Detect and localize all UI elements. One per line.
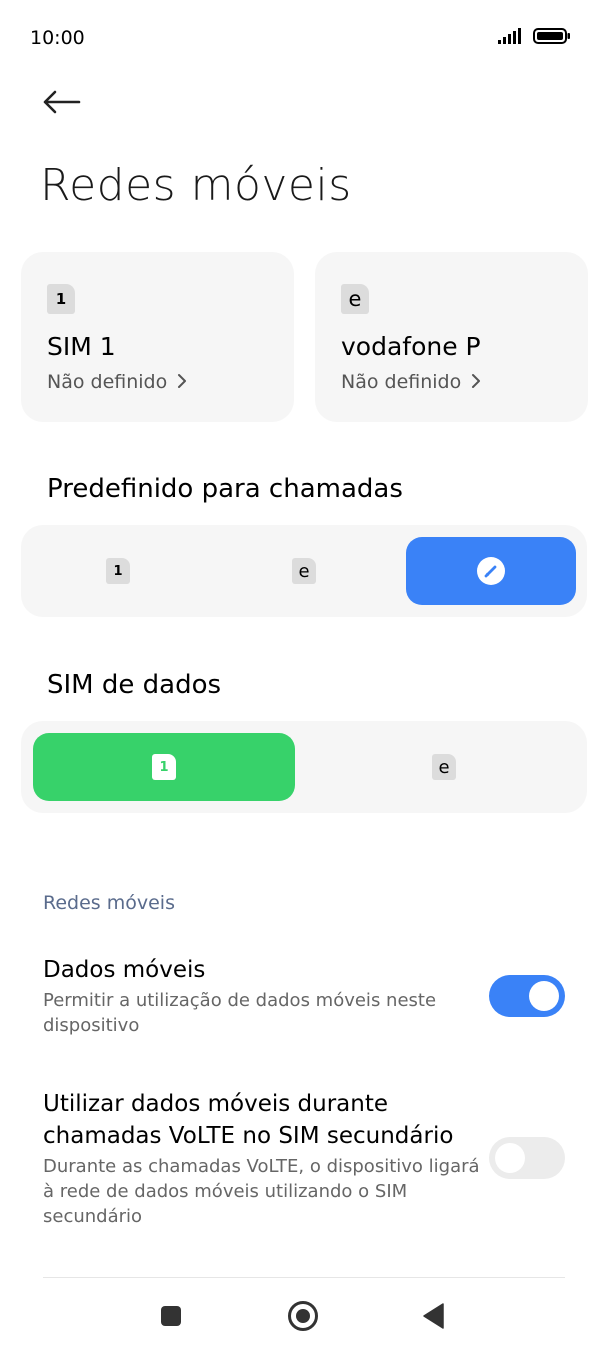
volte-secondary-data-toggle[interactable] — [489, 1137, 565, 1179]
calls-option-esim[interactable]: e — [219, 537, 389, 605]
status-time: 10:00 — [30, 27, 85, 49]
calls-section-title: Predefinido para chamadas — [47, 474, 403, 504]
setting-description: Durante as chamadas VoLTE, o dispositivo… — [43, 1156, 480, 1227]
data-sim-option-esim[interactable]: e — [313, 733, 575, 801]
square-icon — [161, 1306, 181, 1326]
sim-chip-icon: 1 — [47, 284, 75, 314]
sim-status: Não definido — [47, 371, 187, 393]
group-label-mobile-networks: Redes móveis — [43, 892, 175, 914]
calls-option-sim1[interactable]: 1 — [33, 537, 203, 605]
esim-chip-icon: e — [432, 754, 456, 780]
setting-title: Dados móveis — [43, 957, 206, 983]
sim-status-text: Não definido — [341, 371, 462, 393]
home-circle-icon — [288, 1301, 318, 1331]
sim-card-sim1[interactable]: 1 SIM 1 Não definido — [21, 252, 294, 422]
sim-status-text: Não definido — [47, 371, 168, 393]
data-sim-section-title: SIM de dados — [47, 670, 222, 700]
sim-name: SIM 1 — [47, 332, 116, 361]
sim-name: vodafone P — [341, 332, 481, 361]
triangle-back-icon — [423, 1303, 444, 1329]
setting-title: Utilizar dados móveis durante chamadas V… — [43, 1091, 454, 1149]
sim-card-esim[interactable]: e vodafone P Não definido — [315, 252, 588, 422]
sim-chip-icon: 1 — [152, 754, 176, 780]
signal-icon — [498, 28, 521, 44]
calls-segmented-control: 1 e — [21, 525, 587, 617]
ask-every-time-icon — [477, 557, 505, 585]
status-bar: 10:00 — [0, 0, 608, 76]
esim-chip-icon: e — [341, 284, 369, 314]
arrow-left-icon — [43, 90, 81, 114]
back-button[interactable] — [36, 82, 86, 122]
home-button[interactable] — [283, 1296, 323, 1336]
toggle-knob — [529, 981, 559, 1011]
sim-status: Não definido — [341, 371, 481, 393]
data-sim-segmented-control: 1 e — [21, 721, 587, 813]
setting-mobile-data[interactable]: Dados móveis Permitir a utilização de da… — [43, 954, 483, 1038]
page-title: Redes móveis — [40, 160, 352, 211]
esim-chip-icon: e — [292, 558, 316, 584]
data-sim-option-sim1[interactable]: 1 — [33, 733, 295, 801]
back-nav-button[interactable] — [414, 1296, 454, 1336]
chevron-right-icon — [472, 374, 481, 388]
setting-volte-secondary-data[interactable]: Utilizar dados móveis durante chamadas V… — [43, 1088, 483, 1229]
battery-icon — [533, 28, 570, 44]
toggle-knob — [495, 1143, 525, 1173]
chevron-right-icon — [178, 374, 187, 388]
sim-chip-icon: 1 — [106, 558, 130, 584]
mobile-data-toggle[interactable] — [489, 975, 565, 1017]
navigation-bar — [0, 1278, 608, 1352]
calls-option-ask-every-time[interactable] — [406, 537, 576, 605]
setting-description: Permitir a utilização de dados móveis ne… — [43, 990, 437, 1036]
recents-button[interactable] — [151, 1296, 191, 1336]
